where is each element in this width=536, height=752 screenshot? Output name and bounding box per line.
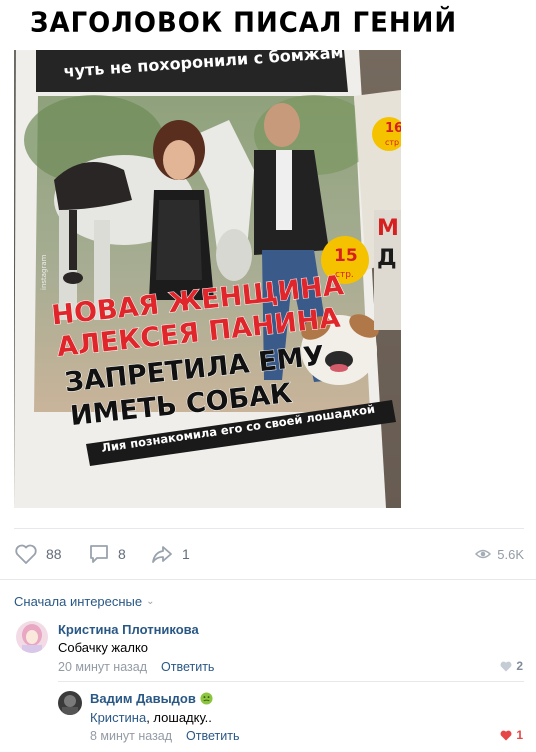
like-button[interactable]: 88 xyxy=(14,540,62,568)
side-badge-label: стр xyxy=(385,138,399,147)
reply-meta: 8 минут назад Ответить xyxy=(90,729,239,743)
heart-icon xyxy=(15,544,37,564)
reply-like-button[interactable]: 1 xyxy=(500,728,523,742)
reply-button[interactable]: Ответить xyxy=(161,660,214,674)
side-badge-number: 16 xyxy=(385,121,401,136)
post-photo[interactable]: чуть не похоронили с бомжам 16 стр М Д 1… xyxy=(14,50,401,508)
share-icon xyxy=(152,546,172,563)
reply-reply-button[interactable]: Ответить xyxy=(186,729,239,743)
comment-button[interactable]: 8 xyxy=(88,540,126,568)
reply-like-count: 1 xyxy=(516,728,523,742)
comment-time[interactable]: 20 минут назад xyxy=(58,660,147,674)
comments-sort-label: Сначала интересные xyxy=(14,594,143,609)
heart-icon xyxy=(500,661,512,671)
views-counter: 5.6K xyxy=(475,540,524,568)
heart-icon xyxy=(500,730,512,740)
avatar[interactable] xyxy=(58,691,82,715)
comment-text: Собачку жалко xyxy=(58,640,149,655)
like-count: 88 xyxy=(46,546,62,562)
avatar[interactable] xyxy=(16,621,48,653)
comment-meta: 20 минут назад Ответить xyxy=(58,660,214,674)
magazine-photo: чуть не похоронили с бомжам 16 стр М Д 1… xyxy=(14,50,401,508)
post-actions: 88 8 1 5.6K xyxy=(14,540,524,568)
comment-author[interactable]: Кристина Плотникова xyxy=(58,622,199,637)
views-count: 5.6K xyxy=(497,546,524,562)
share-button[interactable]: 1 xyxy=(150,540,190,568)
chevron-down-icon: ⌄ xyxy=(146,596,155,607)
post-title: ЗАГОЛОВОК ПИСАЛ ГЕНИЙ xyxy=(30,7,458,39)
side-letter-1: М xyxy=(377,216,399,241)
comments-sort-dropdown[interactable]: Сначала интересные ⌄ xyxy=(14,594,155,609)
avatar-image xyxy=(58,691,82,715)
comment-like-count: 2 xyxy=(516,659,523,673)
reply-divider xyxy=(58,681,524,682)
side-letter-2: Д xyxy=(377,246,397,271)
reply-author-name[interactable]: Вадим Давыдов xyxy=(90,691,196,706)
share-count: 1 xyxy=(182,546,190,562)
avatar-image xyxy=(16,621,48,653)
comment-icon xyxy=(90,545,108,563)
actions-divider-bottom xyxy=(0,579,536,580)
actions-divider-top xyxy=(14,528,524,529)
reply-text-body: , лошадку.. xyxy=(146,710,212,725)
sick-emoji-icon xyxy=(200,692,213,705)
reply-text: Кристина, лошадку.. xyxy=(90,710,212,725)
comment-like-button[interactable]: 2 xyxy=(500,659,523,673)
comment-count: 8 xyxy=(118,546,126,562)
photo-badge-number: 15 xyxy=(334,246,358,266)
reply-author: Вадим Давыдов xyxy=(90,691,213,706)
reply-time[interactable]: 8 минут назад xyxy=(90,729,172,743)
reply-mention[interactable]: Кристина xyxy=(90,710,146,725)
photo-watermark: instagram xyxy=(40,254,48,290)
eye-icon xyxy=(475,549,492,559)
